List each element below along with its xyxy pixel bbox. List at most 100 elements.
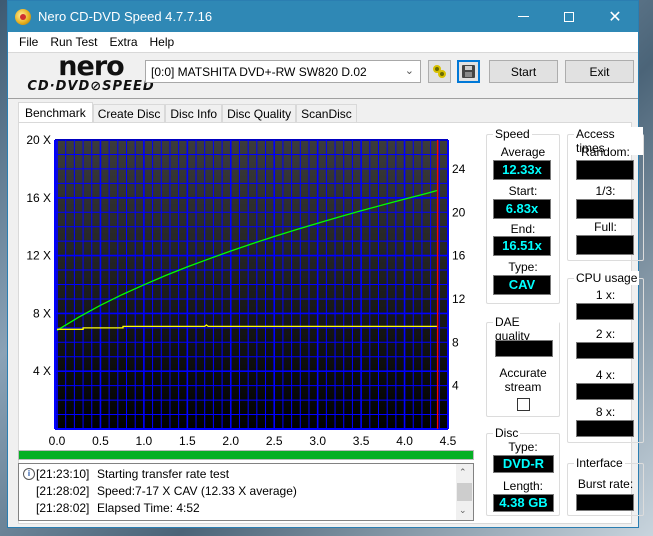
disc-type-value: DVD-R (493, 455, 554, 473)
cpu-8x-label: 8 x: (595, 405, 616, 419)
full-access-value (576, 235, 634, 255)
menu-file[interactable]: File (13, 35, 44, 49)
log-time: [21:28:02] (36, 501, 90, 515)
end-speed-value: 16.51x (493, 236, 551, 256)
x-tick-label: 4.0 (396, 434, 413, 448)
close-icon: ✕ (608, 8, 622, 26)
minimize-button[interactable] (500, 1, 546, 32)
dae-quality-title: DAE quality (493, 315, 559, 343)
y2-tick-label: 12 (452, 292, 466, 306)
logo-nero-text: nero (58, 51, 124, 82)
scroll-down-icon[interactable]: ⌄ (459, 505, 467, 516)
y2-tick-label: 24 (452, 162, 466, 176)
tab-disc-quality[interactable]: Disc Quality (222, 104, 297, 124)
cpu-usage-title: CPU usage (574, 271, 640, 285)
y-tick-label: 4 X (33, 364, 51, 378)
scroll-thumb[interactable] (457, 483, 472, 501)
x-tick-label: 3.0 (309, 434, 326, 448)
menu-extra[interactable]: Extra (103, 35, 143, 49)
full-label: Full: (594, 220, 617, 234)
floppy-disk-icon (462, 65, 475, 78)
start-speed-value: 6.83x (493, 199, 551, 219)
y2-tick-label: 20 (452, 205, 466, 219)
tab-bar: Benchmark Create Disc Disc Info Disc Qua… (18, 102, 357, 124)
average-speed-value: 12.33x (493, 160, 551, 180)
cpu-1x-label: 1 x: (595, 288, 616, 302)
dae-quality-value (495, 340, 553, 357)
gears-icon (432, 64, 447, 79)
maximize-button[interactable] (546, 1, 592, 32)
nero-logo: nero CD·DVD⊘SPEED (16, 51, 166, 97)
tab-disc-info[interactable]: Disc Info (165, 104, 223, 124)
end-speed-label: End: (510, 222, 536, 236)
chevron-down-icon: ⌄ (404, 65, 414, 77)
exit-button[interactable]: Exit (565, 60, 634, 83)
disc-length-label: Length: (502, 479, 544, 493)
cpu-4x-value (576, 383, 634, 400)
dae-quality-group: DAE quality Accurate stream (486, 315, 560, 417)
toolbar: nero CD·DVD⊘SPEED [0:0] MATSHITA DVD+-RW… (8, 53, 638, 99)
disc-length-value: 4.38 GB (493, 494, 554, 512)
log-entry: [21:28:02] Speed:7-17 X CAV (12.33 X ave… (19, 483, 457, 499)
tab-scandisc[interactable]: ScanDisc (296, 104, 357, 124)
burst-rate-value (576, 494, 634, 511)
log-time: [21:23:10] (36, 467, 90, 481)
x-tick-label: 2.0 (222, 434, 239, 448)
y-tick-label: 12 X (26, 249, 51, 263)
nero-app-icon (15, 8, 31, 25)
average-label: Average (500, 145, 546, 159)
log-message: Speed:7-17 X CAV (12.33 X average) (97, 484, 297, 498)
y-tick-label: 16 X (26, 191, 51, 205)
accurate-stream-checkbox[interactable] (517, 398, 530, 411)
title-bar: Nero CD-DVD Speed 4.7.7.16 ✕ (8, 1, 638, 32)
tab-benchmark[interactable]: Benchmark (18, 102, 93, 124)
log-message: Starting transfer rate test (97, 467, 230, 481)
cpu-2x-label: 2 x: (595, 327, 616, 341)
x-tick-label: 3.5 (353, 434, 370, 448)
minimize-icon (517, 16, 529, 17)
x-tick-label: 0.0 (49, 434, 66, 448)
info-icon: i (23, 468, 35, 480)
random-label: Random: (581, 145, 630, 159)
progress-bar (18, 450, 474, 460)
y-tick-label: 8 X (33, 306, 51, 320)
interface-title: Interface (574, 456, 625, 470)
tab-create-disc[interactable]: Create Disc (92, 104, 166, 124)
maximize-icon (564, 11, 574, 22)
disc-group: Disc Type: DVD-R Length: 4.38 GB (486, 426, 560, 516)
y-tick-label: 20 X (26, 133, 51, 147)
log-message: Elapsed Time: 4:52 (97, 501, 200, 515)
speed-type-label: Type: (508, 260, 538, 274)
x-tick-label: 2.5 (266, 434, 283, 448)
log-list: i [21:23:10] Starting transfer rate test… (18, 463, 474, 521)
drive-settings-button[interactable] (428, 60, 451, 83)
x-tick-label: 0.5 (92, 434, 109, 448)
one-third-access-value (576, 199, 634, 219)
burst-rate-label: Burst rate: (577, 477, 634, 491)
save-button[interactable] (457, 60, 480, 83)
scroll-up-icon[interactable]: ⌃ (459, 467, 467, 478)
random-access-value (576, 160, 634, 180)
start-button[interactable]: Start (489, 60, 558, 83)
cpu-8x-value (576, 420, 634, 437)
one-third-label: 1/3: (595, 184, 616, 198)
log-entry: [21:28:02] Elapsed Time: 4:52 (19, 500, 457, 516)
menu-help[interactable]: Help (144, 35, 181, 49)
accurate-stream-label: Accurate stream (499, 366, 547, 394)
y2-tick-label: 8 (452, 335, 459, 349)
benchmark-chart: 4 X 8 X 12 X 16 X 20 X 4 8 12 16 20 24 0.0 0.5 1.0 1.5… (26, 133, 466, 448)
cpu-4x-label: 4 x: (595, 368, 616, 382)
cpu-2x-value (576, 342, 634, 359)
drive-select[interactable]: [0:0] MATSHITA DVD+-RW SW820 D.02 ⌄ (145, 60, 421, 83)
y2-tick-label: 4 (452, 379, 459, 393)
close-button[interactable]: ✕ (592, 1, 638, 32)
cpu-usage-group: CPU usage 1 x: 2 x: 4 x: 8 x: (567, 271, 644, 443)
drive-select-value: [0:0] MATSHITA DVD+-RW SW820 D.02 (151, 64, 367, 79)
y2-tick-label: 16 (452, 249, 466, 263)
menu-run-test[interactable]: Run Test (44, 35, 103, 49)
disc-group-title: Disc (493, 426, 521, 440)
x-tick-label: 1.0 (136, 434, 153, 448)
x-tick-label: 1.5 (179, 434, 196, 448)
interface-group: Interface Burst rate: (567, 456, 644, 516)
log-scrollbar[interactable]: ⌃ ⌄ (456, 464, 473, 520)
